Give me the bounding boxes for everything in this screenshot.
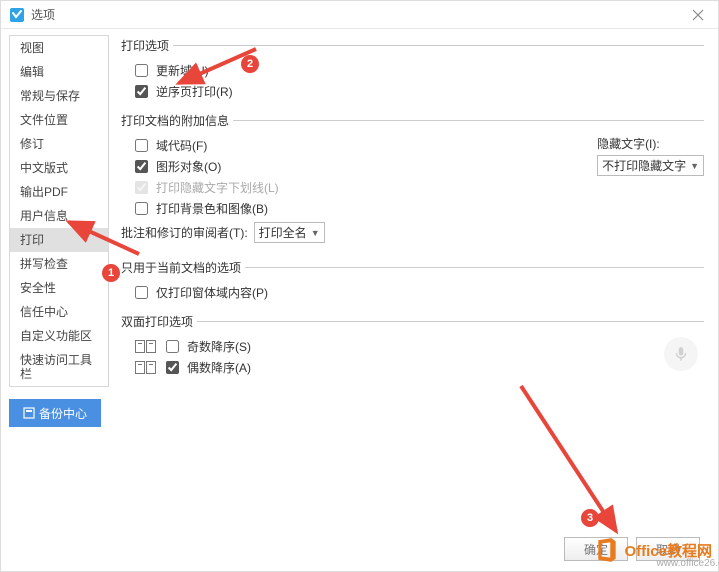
legend-doc-extras: 打印文档的附加信息 <box>121 112 233 129</box>
checkbox-even-desc[interactable] <box>166 361 179 374</box>
group-print-options: 打印选项 更新域(U) 逆序页打印(R) <box>121 37 704 104</box>
select-reviewer-value: 打印全名 <box>259 224 307 241</box>
duplex-odd-icon <box>135 340 156 353</box>
label-field-codes: 域代码(F) <box>156 137 207 154</box>
backup-label: 备份中心 <box>39 405 87 422</box>
sidebar-item[interactable]: 常规与保存 <box>10 84 108 108</box>
legend-current-doc: 只用于当前文档的选项 <box>121 259 245 276</box>
label-drawings: 图形对象(O) <box>156 158 221 175</box>
sidebar-item[interactable]: 信任中心 <box>10 300 108 324</box>
sidebar-item[interactable]: 自定义功能区 <box>10 324 108 348</box>
sidebar-item[interactable]: 修订 <box>10 132 108 156</box>
checkbox-odd-desc[interactable] <box>166 340 179 353</box>
label-hidden-underline: 打印隐藏文字下划线(L) <box>156 179 279 196</box>
group-current-doc: 只用于当前文档的选项 仅打印窗体域内容(P) <box>121 259 704 305</box>
sidebar-item[interactable]: 打印 <box>10 228 108 252</box>
mic-icon[interactable] <box>664 337 698 371</box>
checkbox-drawings[interactable] <box>135 160 148 173</box>
backup-center-button[interactable]: 备份中心 <box>9 399 101 427</box>
app-icon <box>9 7 25 23</box>
office-logo-icon <box>594 537 620 563</box>
sidebar-item[interactable]: 用户信息 <box>10 204 108 228</box>
label-update-fields: 更新域(U) <box>156 62 209 79</box>
label-window-only: 仅打印窗体域内容(P) <box>156 284 268 301</box>
backup-icon <box>23 407 35 419</box>
label-hidden-text: 隐藏文字(I): <box>597 135 704 152</box>
window-title: 选项 <box>31 6 686 23</box>
chevron-down-icon: ▼ <box>690 161 699 171</box>
label-background: 打印背景色和图像(B) <box>156 200 268 217</box>
chevron-down-icon: ▼ <box>311 228 320 238</box>
sidebar-item[interactable]: 中文版式 <box>10 156 108 180</box>
checkbox-update-fields[interactable] <box>135 64 148 77</box>
sidebar-item[interactable]: 文件位置 <box>10 108 108 132</box>
label-even-desc: 偶数降序(A) <box>187 359 251 376</box>
select-reviewer[interactable]: 打印全名 ▼ <box>254 222 325 243</box>
label-odd-desc: 奇数降序(S) <box>187 338 251 355</box>
sidebar-item[interactable]: 编辑 <box>10 60 108 84</box>
sidebar-item[interactable]: 输出PDF <box>10 180 108 204</box>
checkbox-field-codes[interactable] <box>135 139 148 152</box>
sidebar: 视图编辑常规与保存文件位置修订中文版式输出PDF用户信息打印拼写检查安全性信任中… <box>9 35 109 387</box>
legend-duplex: 双面打印选项 <box>121 313 197 330</box>
label-reverse-order: 逆序页打印(R) <box>156 83 233 100</box>
checkbox-window-only[interactable] <box>135 286 148 299</box>
duplex-even-icon <box>135 361 156 374</box>
sidebar-item[interactable]: 安全性 <box>10 276 108 300</box>
legend-print-options: 打印选项 <box>121 37 173 54</box>
sidebar-item[interactable]: 快速访问工具栏 <box>10 348 108 386</box>
sidebar-item[interactable]: 视图 <box>10 36 108 60</box>
checkbox-hidden-underline <box>135 181 148 194</box>
group-duplex: 双面打印选项 奇数降序(S) 偶数降序(A) <box>121 313 704 380</box>
label-reviewer: 批注和修订的审阅者(T): <box>121 224 248 241</box>
checkbox-background[interactable] <box>135 202 148 215</box>
watermark-url: www.office26.com <box>656 558 719 569</box>
sidebar-item[interactable]: 拼写检查 <box>10 252 108 276</box>
select-hidden-text[interactable]: 不打印隐藏文字 ▼ <box>597 155 704 176</box>
watermark: Office教程网 www.office26.com <box>594 537 712 563</box>
checkbox-reverse-order[interactable] <box>135 85 148 98</box>
close-icon[interactable] <box>686 3 710 27</box>
group-doc-extras: 打印文档的附加信息 域代码(F) 图形对象(O) 打印隐藏文字下划线(L) 打印… <box>121 112 704 251</box>
content-panel: 打印选项 更新域(U) 逆序页打印(R) 打印文档的附加信息 域代码(F) 图形… <box>113 29 718 571</box>
select-hidden-text-value: 不打印隐藏文字 <box>602 157 686 174</box>
